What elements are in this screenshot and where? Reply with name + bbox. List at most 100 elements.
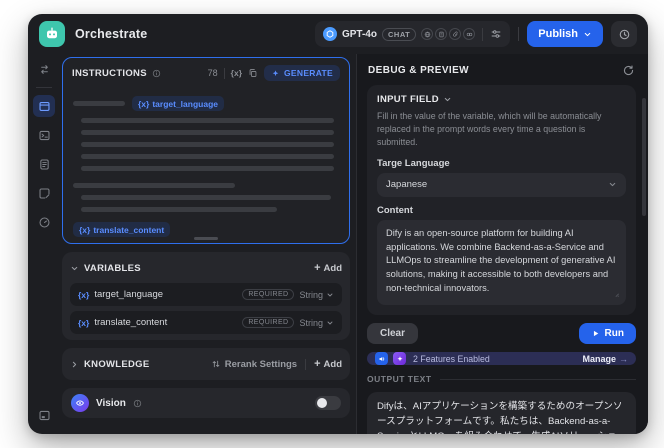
chevron-down-icon	[327, 321, 333, 324]
variable-name: target_language	[94, 289, 164, 300]
refresh-icon	[623, 65, 634, 76]
model-selector[interactable]: GPT-4o CHAT	[314, 21, 511, 47]
chat-mode-badge: CHAT	[381, 27, 417, 41]
chevron-down-icon	[609, 182, 616, 187]
instructions-title: INSTRUCTIONS	[72, 67, 147, 79]
chevron-down-icon[interactable]	[70, 264, 79, 273]
model-capability-icons	[421, 28, 476, 40]
variable-token: {x}	[78, 289, 90, 300]
knowledge-title: KNOWLEDGE	[84, 358, 150, 370]
info-icon	[152, 69, 161, 78]
left-sidebar	[28, 54, 60, 434]
capability-icon	[449, 28, 462, 40]
copy-icon[interactable]	[248, 68, 258, 78]
generate-button[interactable]: GENERATE	[264, 65, 340, 81]
input-field-title: INPUT FIELD	[377, 94, 439, 105]
variable-type[interactable]: String	[299, 290, 334, 300]
sidebar-item-orchestrate[interactable]	[33, 95, 55, 117]
divider	[439, 378, 636, 380]
redacted-text-line	[81, 166, 334, 171]
publish-button[interactable]: Publish	[527, 21, 603, 47]
clear-button[interactable]: Clear	[367, 323, 419, 345]
redacted-text-line	[73, 101, 125, 106]
chevron-down-icon[interactable]	[443, 95, 452, 104]
sidebar-item-monitoring[interactable]	[33, 211, 55, 233]
layout-icon	[39, 410, 49, 420]
more-like-this-feature-icon	[393, 352, 406, 366]
manage-features-link[interactable]: Manage →	[582, 354, 628, 364]
resize-corner-icon[interactable]	[612, 290, 620, 298]
page-title: Orchestrate	[75, 27, 148, 41]
sidebar-item-switch-app[interactable]	[33, 58, 55, 80]
vision-label: Vision	[96, 397, 126, 409]
gauge-icon	[39, 217, 49, 227]
features-enabled-text: 2 Features Enabled	[413, 353, 490, 364]
variable-tag-target-language[interactable]: {x} target_language	[132, 96, 224, 111]
annotation-icon	[39, 188, 49, 198]
capability-icon	[435, 28, 448, 40]
model-settings-icon[interactable]	[490, 28, 502, 40]
sparkle-icon	[272, 69, 279, 76]
plus-icon: +	[314, 261, 321, 274]
app-icon[interactable]	[39, 21, 65, 47]
content-label: Content	[377, 204, 413, 216]
sidebar-item-annotations[interactable]	[33, 182, 55, 204]
divider	[482, 27, 484, 41]
variable-token: {x}	[78, 317, 90, 328]
openai-icon	[322, 27, 337, 41]
variables-section: VARIABLES + Add {x} target_language REQU…	[62, 252, 350, 340]
version-history-button[interactable]	[611, 21, 637, 47]
eye-icon	[76, 400, 84, 406]
instructions-editor[interactable]: INSTRUCTIONS 78 {x} GENERATE {x} target_…	[62, 57, 350, 244]
sidebar-item-logs[interactable]	[33, 153, 55, 175]
orchestrate-panel: INSTRUCTIONS 78 {x} GENERATE {x} target_…	[60, 54, 356, 434]
play-icon	[593, 331, 598, 337]
add-variable-button[interactable]: + Add	[314, 261, 342, 274]
variable-name: translate_content	[93, 224, 165, 235]
insert-variable-icon[interactable]: {x}	[231, 68, 242, 78]
output-text-title: OUTPUT TEXT	[367, 374, 432, 385]
sidebar-item-api[interactable]	[33, 124, 55, 146]
history-icon	[619, 29, 629, 39]
variable-row[interactable]: {x} translate_content REQUIRED String	[70, 311, 342, 334]
redacted-text-line	[81, 207, 277, 212]
debug-preview-panel: DEBUG & PREVIEW INPUT FIELD Fill in the …	[356, 54, 648, 434]
rerank-settings-button[interactable]: Rerank Settings	[211, 359, 297, 370]
variable-row[interactable]: {x} target_language REQUIRED String	[70, 283, 342, 306]
capability-icon	[463, 28, 476, 40]
divider	[223, 67, 225, 79]
debug-actions: Clear Run	[367, 323, 636, 345]
required-badge: REQUIRED	[242, 289, 295, 300]
manage-label: Manage	[582, 353, 616, 364]
target-language-select[interactable]: Japanese	[377, 172, 626, 197]
vision-toggle[interactable]	[315, 396, 341, 410]
restart-button[interactable]	[622, 64, 635, 77]
orchestrate-icon	[38, 101, 50, 111]
variable-name: translate_content	[94, 317, 168, 328]
prompt-content[interactable]: {x} target_language {x} translate_conten…	[63, 84, 349, 243]
variable-type[interactable]: String	[299, 318, 334, 328]
output-text-card: Difyは、AIアプリケーションを構築するためのオープンソースプラットフォームで…	[367, 392, 636, 434]
redacted-text-line	[81, 142, 334, 147]
chevron-right-icon[interactable]	[70, 360, 79, 369]
robot-icon	[47, 27, 57, 39]
rerank-icon	[212, 360, 220, 368]
add-label: Add	[323, 262, 342, 274]
input-field-description: Fill in the value of the variable, which…	[377, 111, 602, 148]
redacted-text-line	[81, 118, 334, 123]
redacted-text-line	[81, 154, 334, 159]
debug-title: DEBUG & PREVIEW	[368, 65, 470, 76]
type-label: String	[299, 289, 323, 300]
variable-token: {x}	[138, 98, 150, 109]
variable-tag-translate-content[interactable]: {x} translate_content	[73, 222, 171, 237]
type-label: String	[299, 317, 323, 328]
collapse-panel-button[interactable]	[33, 404, 55, 426]
resize-handle[interactable]	[194, 237, 218, 240]
text-to-speech-feature-icon	[375, 352, 388, 366]
features-enabled-bar[interactable]: 2 Features Enabled Manage →	[367, 352, 636, 366]
run-button[interactable]: Run	[578, 323, 636, 345]
content-textarea[interactable]: Dify is an open-source platform for buil…	[377, 219, 626, 306]
knowledge-section: KNOWLEDGE Rerank Settings + Add	[62, 348, 350, 380]
add-knowledge-button[interactable]: + Add	[314, 358, 342, 370]
scrollbar-thumb[interactable]	[642, 98, 646, 216]
